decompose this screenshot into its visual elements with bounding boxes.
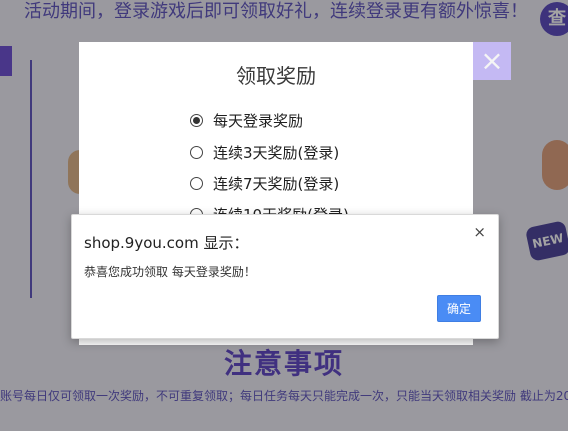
- reward-option-label: 连续3天奖励(登录): [213, 143, 340, 162]
- browser-alert-dialog: shop.9you.com 显示： × 恭喜您成功领取 每天登录奖励！ 确定: [71, 214, 499, 339]
- radio-button-selected[interactable]: [190, 113, 203, 127]
- close-icon[interactable]: ×: [473, 42, 511, 80]
- radio-button[interactable]: [190, 176, 203, 190]
- ok-button[interactable]: 确定: [437, 295, 481, 322]
- reward-option-3-day[interactable]: 连续3天奖励(登录): [190, 141, 339, 163]
- alert-title: shop.9you.com 显示：: [84, 234, 249, 252]
- radio-button[interactable]: [190, 145, 203, 159]
- alert-message: 恭喜您成功领取 每天登录奖励！: [84, 265, 256, 279]
- reward-option-label: 连续7天奖励(登录): [213, 174, 340, 193]
- reward-option-7-day[interactable]: 连续7天奖励(登录): [190, 172, 339, 194]
- reward-option-label: 每天登录奖励: [213, 111, 304, 130]
- reward-modal-title: 领取奖励: [236, 64, 316, 88]
- reward-option-daily-login[interactable]: 每天登录奖励: [190, 109, 303, 131]
- alert-close-icon[interactable]: ×: [473, 223, 486, 241]
